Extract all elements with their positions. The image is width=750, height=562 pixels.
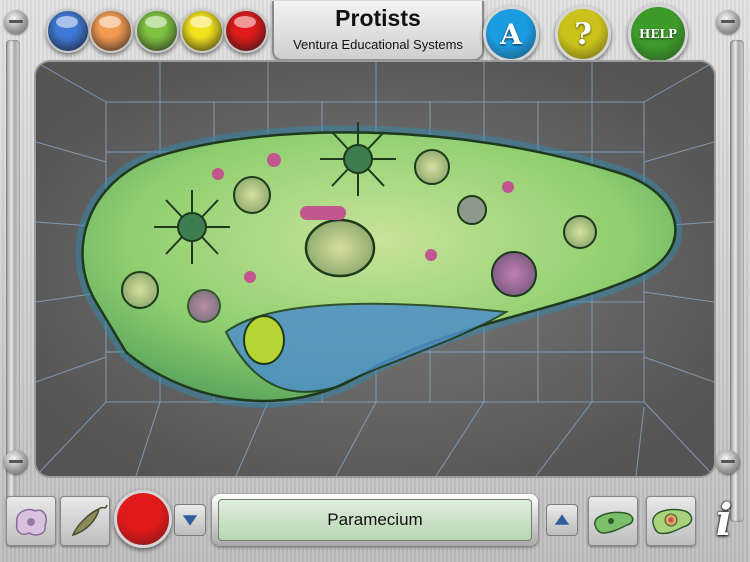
screw-icon bbox=[716, 10, 740, 34]
screw-icon bbox=[4, 450, 28, 474]
color-button-red[interactable] bbox=[224, 9, 268, 53]
right-rail bbox=[730, 40, 744, 522]
euglena-thumbnail-icon bbox=[71, 504, 108, 537]
organism-name-display: Paramecium bbox=[218, 499, 532, 541]
info-button[interactable]: i bbox=[704, 494, 744, 548]
euglena-thumbnail-button[interactable] bbox=[60, 496, 110, 546]
organism-viewer[interactable] bbox=[36, 62, 714, 476]
app-subtitle: Ventura Educational Systems bbox=[293, 37, 463, 52]
record-button[interactable] bbox=[114, 490, 172, 548]
answer-button[interactable]: A bbox=[483, 6, 539, 62]
answer-button-label: A bbox=[500, 17, 522, 51]
amoeba-thumbnail-icon bbox=[15, 508, 47, 536]
paramecium-detail-thumbnail-icon bbox=[652, 508, 693, 535]
down-arrow-icon bbox=[182, 515, 198, 526]
app-title: Protists bbox=[335, 5, 421, 31]
question-button[interactable]: ? bbox=[555, 6, 611, 62]
color-button-yellow[interactable] bbox=[180, 9, 224, 53]
color-button-blue[interactable] bbox=[46, 9, 90, 53]
up-arrow-button[interactable] bbox=[546, 504, 578, 536]
paramecium-thumbnail-icon bbox=[594, 511, 634, 534]
screw-icon bbox=[716, 450, 740, 474]
help-button-label: HELP bbox=[639, 27, 677, 41]
question-button-label: ? bbox=[574, 16, 592, 52]
up-arrow-icon bbox=[554, 514, 570, 525]
amoeba-thumbnail-button[interactable] bbox=[6, 496, 56, 546]
screw-icon bbox=[4, 10, 28, 34]
viewer-canvas bbox=[36, 62, 714, 476]
down-arrow-button[interactable] bbox=[174, 504, 206, 536]
color-button-green[interactable] bbox=[135, 9, 179, 53]
help-button[interactable]: HELP bbox=[628, 4, 688, 64]
color-button-orange[interactable] bbox=[89, 9, 133, 53]
paramecium-detail-thumbnail-button[interactable] bbox=[646, 496, 696, 546]
organism-label-panel: Paramecium bbox=[212, 494, 538, 546]
title-panel: Protists Ventura Educational Systems bbox=[272, 1, 484, 61]
paramecium-thumbnail-button[interactable] bbox=[588, 496, 638, 546]
